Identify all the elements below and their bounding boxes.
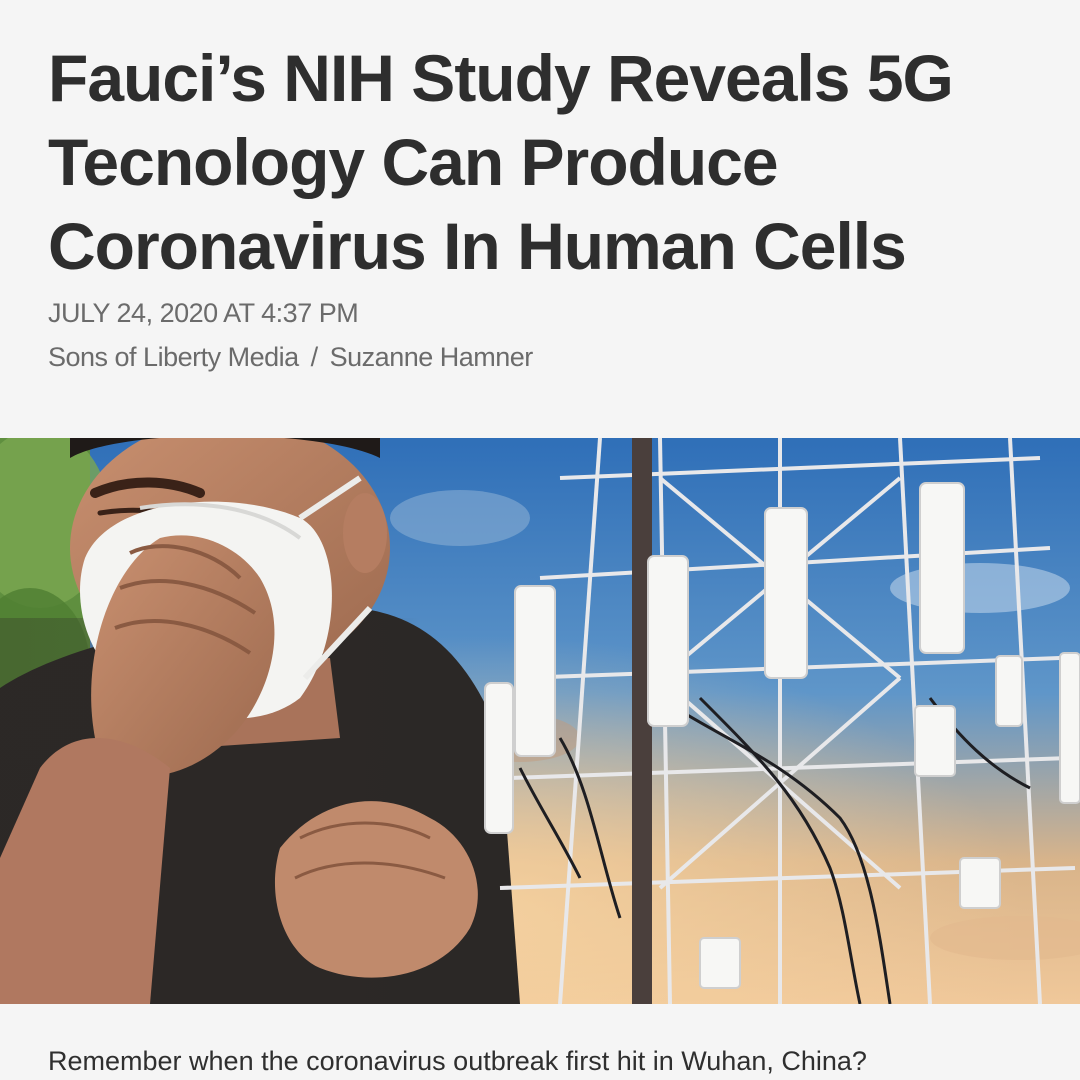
article-byline: Sons of Liberty Media / Suzanne Hamner — [48, 342, 533, 373]
article-page: Fauci’s NIH Study Reveals 5G Tecnology C… — [0, 0, 1080, 1080]
hero-image — [0, 438, 1080, 1004]
headline-line-3: Coronavirus In Human Cells — [48, 209, 907, 283]
article-headline: Fauci’s NIH Study Reveals 5G Tecnology C… — [48, 36, 1048, 288]
author-link[interactable]: Suzanne Hamner — [330, 342, 534, 372]
publisher-link[interactable]: Sons of Liberty Media — [48, 342, 299, 372]
byline-separator: / — [310, 342, 319, 372]
article-body-first-line: Remember when the coronavirus outbreak f… — [48, 1046, 867, 1076]
article-date: JULY 24, 2020 AT 4:37 PM — [48, 298, 359, 328]
headline-line-2: Tecnology Can Produce — [48, 125, 779, 199]
headline-line-1: Fauci’s NIH Study Reveals 5G — [48, 41, 954, 115]
